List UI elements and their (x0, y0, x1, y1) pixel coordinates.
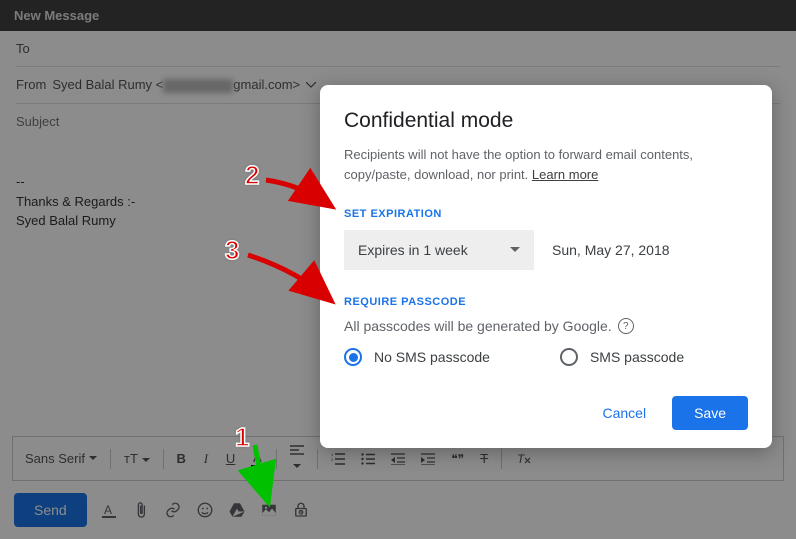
expiration-value: Expires in 1 week (358, 242, 468, 258)
caret-down-icon (293, 464, 301, 469)
passcode-options: No SMS passcode SMS passcode (344, 348, 748, 366)
indent-more-button[interactable] (415, 449, 441, 469)
remove-formatting-button[interactable]: T (509, 448, 537, 470)
indent-less-button[interactable] (385, 449, 411, 469)
divider (163, 449, 164, 469)
font-family-dropdown[interactable]: Sans Serif (19, 449, 103, 468)
drive-icon[interactable] (227, 500, 247, 520)
svg-text:2: 2 (331, 457, 334, 462)
cancel-button[interactable]: Cancel (584, 396, 664, 430)
photo-icon[interactable] (259, 500, 279, 520)
divider (317, 449, 318, 469)
title-bar: New Message (0, 0, 796, 31)
send-button[interactable]: Send (14, 493, 87, 527)
require-passcode-label: REQUIRE PASSCODE (344, 296, 748, 308)
indent-more-icon (421, 453, 435, 465)
to-field-row[interactable]: To (16, 31, 780, 67)
strikethrough-button[interactable]: T (474, 447, 494, 470)
expiration-dropdown[interactable]: Expires in 1 week (344, 230, 534, 270)
action-bar: Send A (0, 481, 796, 539)
chevron-down-icon[interactable] (306, 82, 316, 88)
link-icon[interactable] (163, 500, 183, 520)
confidential-icon[interactable] (291, 500, 311, 520)
radio-icon (560, 348, 578, 366)
divider (501, 449, 502, 469)
indent-less-icon (391, 453, 405, 465)
help-icon[interactable]: ? (618, 318, 634, 334)
svg-text:A: A (104, 503, 112, 517)
caret-down-icon (510, 247, 520, 253)
sms-passcode-radio[interactable]: SMS passcode (560, 348, 684, 366)
bold-button[interactable]: B (171, 447, 192, 470)
to-input[interactable] (36, 41, 780, 56)
expiration-row: Expires in 1 week Sun, May 27, 2018 (344, 230, 748, 270)
svg-text:T: T (517, 452, 526, 466)
numbered-list-button[interactable]: 12 (325, 449, 351, 469)
window-title: New Message (14, 8, 99, 23)
italic-button[interactable]: I (196, 447, 216, 471)
text-color-button[interactable]: A (245, 446, 269, 472)
caret-down-icon (142, 458, 150, 463)
font-size-button[interactable]: тТ (118, 447, 156, 470)
dialog-title: Confidential mode (344, 109, 748, 133)
passcode-description: All passcodes will be generated by Googl… (344, 318, 748, 334)
radio-label: SMS passcode (590, 349, 684, 365)
save-button[interactable]: Save (672, 396, 748, 430)
align-button[interactable] (284, 441, 310, 476)
radio-label: No SMS passcode (374, 349, 490, 365)
divider (110, 449, 111, 469)
learn-more-link[interactable]: Learn more (532, 167, 598, 182)
confidential-mode-dialog: Confidential mode Recipients will not ha… (320, 85, 772, 448)
no-sms-passcode-radio[interactable]: No SMS passcode (344, 348, 490, 366)
dialog-actions: Cancel Save (344, 396, 748, 430)
align-icon (290, 445, 304, 457)
divider (276, 449, 277, 469)
bulleted-list-button[interactable] (355, 449, 381, 469)
redacted-email (163, 79, 233, 93)
underline-button[interactable]: U (220, 447, 241, 470)
expiration-date: Sun, May 27, 2018 (552, 242, 670, 258)
remove-formatting-icon: T (515, 452, 531, 466)
numbered-list-icon: 12 (331, 453, 345, 465)
from-label: From (16, 77, 46, 92)
from-name: Syed Balal Rumy <gmail.com> (52, 77, 300, 93)
quote-button[interactable]: ❝❞ (445, 448, 470, 470)
text-color-icon[interactable]: A (99, 500, 119, 520)
caret-down-icon (89, 456, 97, 461)
emoji-icon[interactable] (195, 500, 215, 520)
dialog-description: Recipients will not have the option to f… (344, 145, 748, 184)
attach-icon[interactable] (131, 500, 151, 520)
bulleted-list-icon (361, 453, 375, 465)
radio-icon (344, 348, 362, 366)
to-label: To (16, 41, 30, 56)
set-expiration-label: SET EXPIRATION (344, 208, 748, 220)
